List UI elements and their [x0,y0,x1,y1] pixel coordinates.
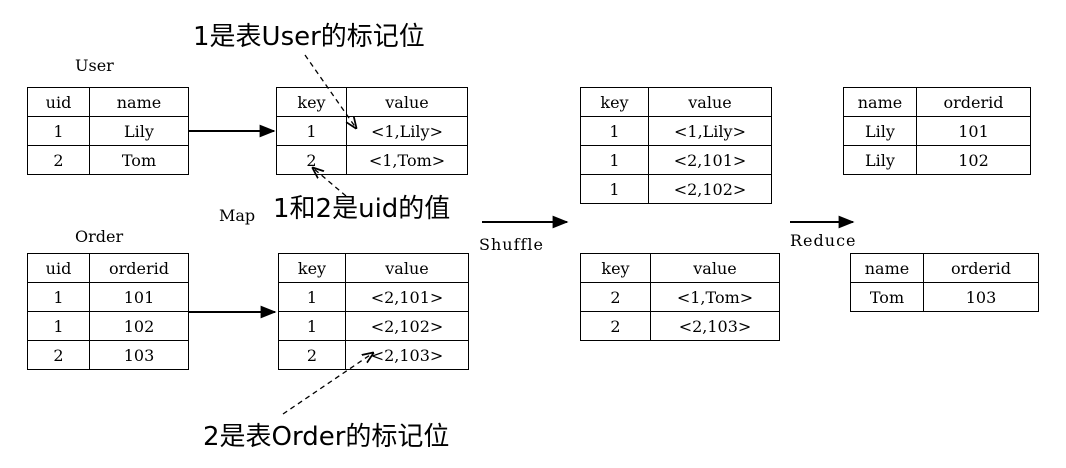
column-header: key [580,87,649,117]
column-header: name [850,253,924,283]
table-cell: 103 [923,282,1039,312]
table-cell: Lily [89,116,189,146]
table-row: 2 Tom [27,145,189,175]
table-cell: Tom [850,282,924,312]
reduce-stage-label: Reduce [790,231,857,250]
table-cell: 1 [27,311,90,341]
table-cell: 2 [276,145,347,175]
table-cell: 1 [278,282,346,312]
table-cell: <1,Tom> [346,145,468,175]
user-table-title: User [75,56,114,75]
column-header: value [648,87,772,117]
table-row: 2 <2,103> [278,340,469,370]
column-header: name [89,87,189,117]
table-row: 1 <2,101> [278,282,469,312]
table-row: Lily 102 [843,145,1031,175]
reduce-key2-table: name orderid Tom 103 [850,253,1039,312]
table-cell: 101 [916,116,1031,146]
order-table: uid orderid 1 101 1 102 2 103 [27,253,189,370]
table-cell: 102 [916,145,1031,175]
table-row: 1 <2,102> [278,311,469,341]
table-header-row: key value [278,253,469,283]
column-header: orderid [89,253,189,283]
map-user-output-table: key value 1 <1,Lily> 2 <1,Tom> [276,87,468,175]
mapreduce-join-diagram: 1是表User的标记位 1和2是uid的值 2是表Order的标记位 Map S… [0,0,1066,468]
table-cell: Lily [843,145,917,175]
table-cell: 1 [580,116,649,146]
column-header: orderid [916,87,1031,117]
column-header: key [278,253,346,283]
table-row: 2 <1,Tom> [276,145,468,175]
table-cell: <2,101> [648,145,772,175]
table-cell: 2 [580,311,651,341]
table-cell: 2 [27,340,90,370]
order-table-title: Order [75,227,124,246]
column-header: key [580,253,651,283]
table-row: 1 Lily [27,116,189,146]
column-header: key [276,87,347,117]
table-row: Lily 101 [843,116,1031,146]
order-flag-annotation: 2是表Order的标记位 [203,422,450,452]
table-row: 2 <2,103> [580,311,780,341]
table-cell: 1 [27,282,90,312]
table-row: 1 <1,Lily> [580,116,772,146]
uid-value-annotation: 1和2是uid的值 [273,194,451,224]
column-header: uid [27,253,90,283]
table-cell: 102 [89,311,189,341]
table-cell: <2,102> [648,174,772,204]
table-header-row: name orderid [843,87,1031,117]
table-row: 1 101 [27,282,189,312]
shuffle-stage-label: Shuffle [479,235,544,254]
table-cell: <2,101> [345,282,469,312]
table-cell: <1,Lily> [648,116,772,146]
map-stage-label: Map [219,206,256,225]
table-cell: 1 [580,145,649,175]
table-row: 1 <2,101> [580,145,772,175]
shuffle-key1-table: key value 1 <1,Lily> 1 <2,101> 1 <2,102> [580,87,772,204]
table-header-row: uid name [27,87,189,117]
table-cell: 2 [278,340,346,370]
table-row: 1 <1,Lily> [276,116,468,146]
table-row: 1 <2,102> [580,174,772,204]
table-cell: 103 [89,340,189,370]
table-header-row: key value [276,87,468,117]
table-cell: <2,103> [650,311,780,341]
shuffle-key2-table: key value 2 <1,Tom> 2 <2,103> [580,253,780,341]
column-header: name [843,87,917,117]
table-cell: 2 [27,145,90,175]
table-cell: 1 [580,174,649,204]
table-header-row: name orderid [850,253,1039,283]
table-cell: 1 [278,311,346,341]
table-row: 2 103 [27,340,189,370]
user-flag-annotation: 1是表User的标记位 [193,22,425,52]
table-row: 2 <1,Tom> [580,282,780,312]
column-header: value [345,253,469,283]
table-cell: 101 [89,282,189,312]
column-header: orderid [923,253,1039,283]
column-header: value [650,253,780,283]
table-cell: Tom [89,145,189,175]
table-row: Tom 103 [850,282,1039,312]
table-header-row: uid orderid [27,253,189,283]
table-header-row: key value [580,87,772,117]
table-header-row: key value [580,253,780,283]
table-cell: 2 [580,282,651,312]
table-cell: 1 [276,116,347,146]
map-order-output-table: key value 1 <2,101> 1 <2,102> 2 <2,103> [278,253,469,370]
column-header: value [346,87,468,117]
table-cell: Lily [843,116,917,146]
column-header: uid [27,87,90,117]
table-cell: <2,102> [345,311,469,341]
table-cell: 1 [27,116,90,146]
table-cell: <2,103> [345,340,469,370]
reduce-key1-table: name orderid Lily 101 Lily 102 [843,87,1031,175]
table-cell: <1,Tom> [650,282,780,312]
user-table: uid name 1 Lily 2 Tom [27,87,189,175]
table-cell: <1,Lily> [346,116,468,146]
arrows-layer [188,54,855,415]
table-row: 1 102 [27,311,189,341]
